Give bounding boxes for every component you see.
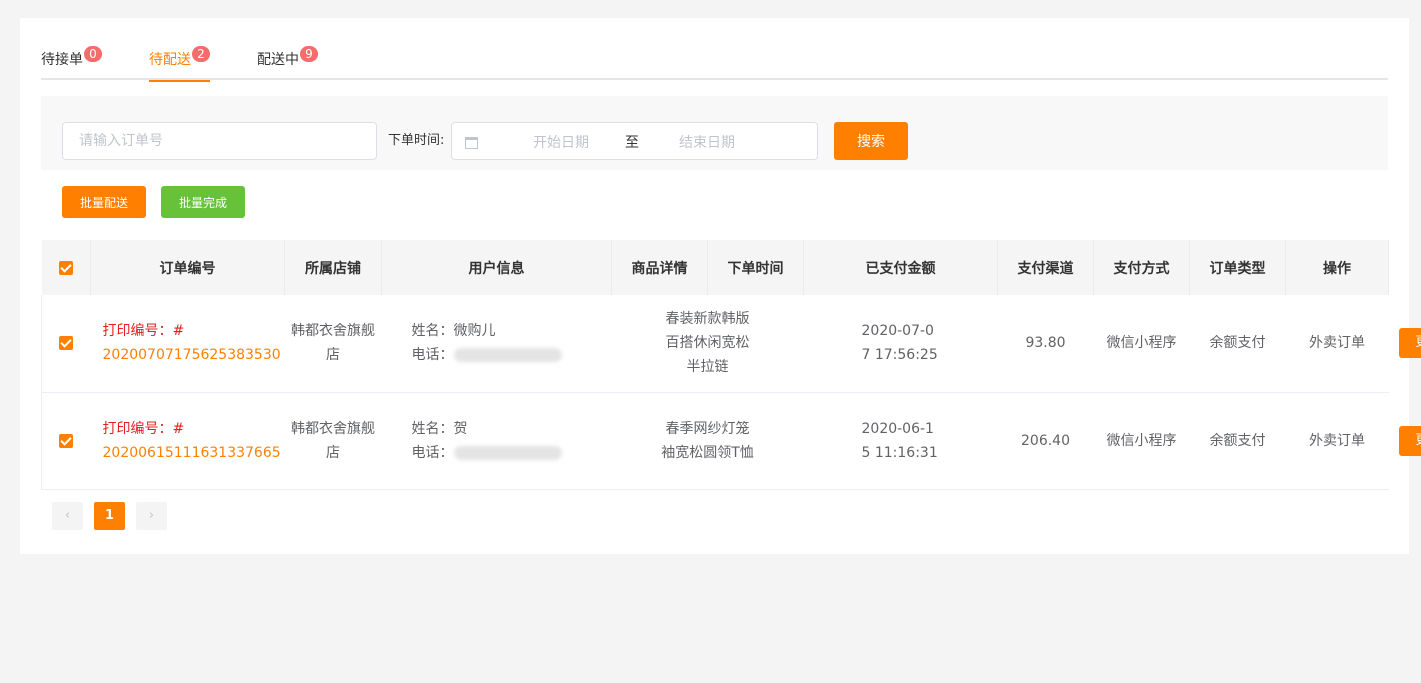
print-number: 打印编号：# bbox=[102, 323, 185, 340]
col-pay-method: 支付方式 bbox=[1093, 240, 1190, 295]
user-name: 姓名：贺 bbox=[411, 420, 468, 437]
col-order-type: 订单类型 bbox=[1189, 240, 1286, 295]
orders-panel: 待接单0 待配送2 配送中9 下单时间: 开始日期 至 结束日期 搜索 批量配送… bbox=[20, 18, 1421, 554]
order-number-link[interactable]: 20200615111631337665 bbox=[103, 441, 285, 465]
row-checkbox[interactable] bbox=[59, 336, 74, 351]
col-goods: 商品详情 bbox=[611, 240, 708, 295]
order-time: 2020-07-07 17:56:25 bbox=[861, 323, 938, 364]
count-badge: 0 bbox=[84, 46, 102, 62]
count-badge: 9 bbox=[300, 46, 318, 62]
tab-delivering[interactable]: 配送中 9 bbox=[257, 46, 318, 80]
user-phone: 电话： bbox=[412, 343, 612, 367]
order-number-input[interactable] bbox=[62, 122, 377, 160]
more-button[interactable]: 更多 ⌵ bbox=[1398, 328, 1421, 359]
bulk-delivery-button[interactable]: 批量配送 bbox=[62, 186, 146, 218]
amount-cell: 206.40 bbox=[997, 392, 1094, 490]
status-tabs: 待接单 0 待配送 2 配送中 9 bbox=[41, 46, 1388, 82]
user-phone: 电话： bbox=[412, 441, 612, 465]
user-info-cell: 姓名：微购儿 电话： bbox=[381, 295, 612, 393]
channel-cell: 微信小程序 bbox=[1093, 295, 1190, 393]
date-separator: 至 bbox=[625, 135, 639, 151]
store-cell: 韩都衣舍旗舰店 bbox=[284, 295, 382, 393]
method-cell: 余额支付 bbox=[1189, 295, 1286, 393]
start-date-field[interactable]: 开始日期 bbox=[506, 132, 616, 152]
tab-label: 待配送 bbox=[149, 52, 191, 68]
order-number-cell: 打印编号：# 20200615111631337665 bbox=[90, 392, 285, 490]
phone-label: 电话： bbox=[411, 444, 454, 461]
order-type-cell: 外卖订单 bbox=[1285, 392, 1389, 490]
order-time-cell: 2020-07-07 17:56:25 bbox=[803, 295, 998, 393]
row-select-cell bbox=[41, 392, 91, 490]
more-button[interactable]: 更多 ⌵ bbox=[1398, 425, 1421, 456]
search-button[interactable]: 搜索 bbox=[834, 122, 908, 160]
end-date-field[interactable]: 结束日期 bbox=[652, 132, 762, 152]
order-type-cell: 外卖订单 bbox=[1285, 295, 1389, 393]
row-select-cell bbox=[41, 295, 91, 393]
channel-cell: 微信小程序 bbox=[1093, 392, 1190, 490]
col-pay-channel: 支付渠道 bbox=[997, 240, 1094, 295]
goods-cell: 春装新款韩版百搭休闲宽松半拉链 bbox=[611, 295, 804, 393]
orders-table: 订单编号 所属店铺 用户信息 商品详情 下单时间 已支付金额 支付渠道 支付方式… bbox=[41, 240, 1421, 490]
col-actions: 操作 bbox=[1285, 240, 1389, 295]
goods-detail: 春季网纱灯笼袖宽松圆领T恤 bbox=[661, 420, 754, 461]
order-number-cell: 打印编号：# 20200707175625383530 bbox=[90, 295, 285, 393]
goods-detail: 春装新款韩版百搭休闲宽松半拉链 bbox=[665, 311, 750, 376]
table-row: 打印编号：# 20200615111631337665 韩都衣舍旗舰店 姓名：贺… bbox=[41, 392, 1421, 490]
method-cell: 余额支付 bbox=[1189, 392, 1286, 490]
user-name: 姓名：微购儿 bbox=[411, 323, 496, 340]
table-row: 打印编号：# 20200707175625383530 韩都衣舍旗舰店 姓名：微… bbox=[41, 295, 1421, 393]
tab-label: 配送中 bbox=[257, 52, 299, 68]
tab-label: 待接单 bbox=[41, 52, 83, 68]
col-store: 所属店铺 bbox=[284, 240, 382, 295]
next-page-button[interactable]: › bbox=[136, 502, 167, 530]
col-user-info: 用户信息 bbox=[381, 240, 612, 295]
table-header: 订单编号 所属店铺 用户信息 商品详情 下单时间 已支付金额 支付渠道 支付方式… bbox=[41, 240, 1389, 295]
tab-pending-accept[interactable]: 待接单 0 bbox=[41, 46, 102, 80]
order-time-cell: 2020-06-15 11:16:31 bbox=[803, 392, 998, 490]
print-number: 打印编号：# bbox=[102, 420, 185, 437]
prev-page-button[interactable]: ‹ bbox=[52, 502, 83, 530]
filter-bar: 下单时间: 开始日期 至 结束日期 搜索 bbox=[41, 96, 1388, 170]
date-range-picker[interactable]: 开始日期 至 结束日期 bbox=[451, 122, 818, 160]
tab-pending-delivery[interactable]: 待配送 2 bbox=[149, 46, 210, 82]
row-checkbox[interactable] bbox=[59, 433, 74, 448]
user-info-cell: 姓名：贺 电话： bbox=[381, 392, 612, 490]
bulk-complete-button[interactable]: 批量完成 bbox=[161, 186, 245, 218]
goods-cell: 春季网纱灯笼袖宽松圆领T恤 bbox=[611, 392, 804, 490]
col-paid-amount: 已支付金额 bbox=[803, 240, 998, 295]
calendar-icon bbox=[465, 137, 478, 149]
phone-label: 电话： bbox=[411, 347, 454, 364]
store-cell: 韩都衣舍旗舰店 bbox=[284, 392, 382, 490]
col-order-no: 订单编号 bbox=[90, 240, 285, 295]
order-number-link[interactable]: 20200707175625383530 bbox=[103, 343, 285, 367]
page-number-current[interactable]: 1 bbox=[94, 502, 125, 530]
phone-blurred bbox=[453, 348, 562, 363]
select-all-checkbox[interactable] bbox=[58, 260, 73, 275]
phone-blurred bbox=[453, 445, 562, 460]
col-order-time: 下单时间 bbox=[707, 240, 804, 295]
order-time-label: 下单时间: bbox=[388, 133, 445, 148]
count-badge: 2 bbox=[192, 46, 210, 62]
select-all-cell bbox=[41, 240, 91, 295]
amount-cell: 93.80 bbox=[997, 295, 1094, 393]
order-time: 2020-06-15 11:16:31 bbox=[861, 420, 938, 461]
